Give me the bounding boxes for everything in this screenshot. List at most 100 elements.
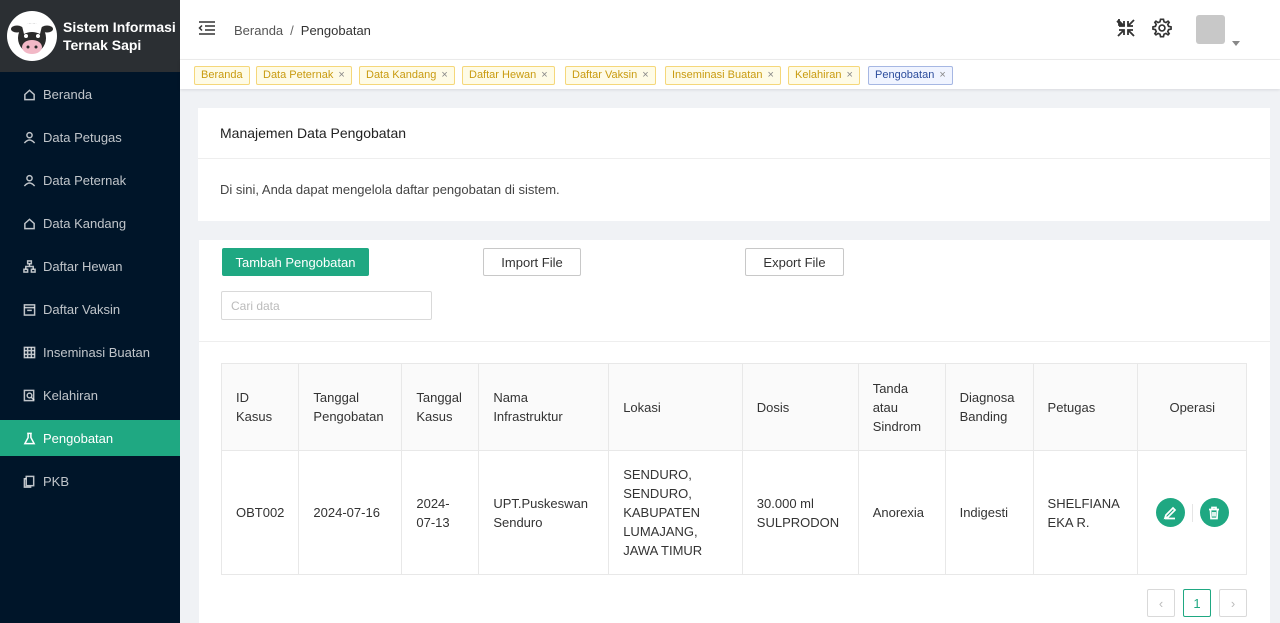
pagination-prev-button[interactable]: ‹ bbox=[1147, 589, 1175, 617]
sidebar-item-data-peternak[interactable]: Data Peternak bbox=[0, 162, 180, 198]
user-icon bbox=[22, 173, 36, 187]
pagination-page-1[interactable]: 1 bbox=[1183, 589, 1211, 617]
operations-divider bbox=[1191, 503, 1193, 522]
tag-pengobatan[interactable]: Pengobatan × bbox=[868, 66, 953, 85]
pagination-next-button[interactable]: › bbox=[1219, 589, 1247, 617]
tag-data-kandang[interactable]: Data Kandang × bbox=[359, 66, 455, 85]
calendar-icon bbox=[22, 302, 36, 316]
tag-close-icon[interactable]: × bbox=[939, 69, 945, 81]
brand[interactable]: Sistem Informasi Ternak Sapi bbox=[0, 0, 180, 72]
fullscreen-icon[interactable] bbox=[1115, 17, 1137, 39]
tag-label: Data Kandang bbox=[366, 69, 437, 81]
table-row: OBT002 2024-07-16 2024-07-13 UPT.Puskeswan … bbox=[220, 450, 1247, 575]
breadcrumb-current: Pengobatan bbox=[300, 23, 371, 38]
sidebar-item-data-kandang[interactable]: Data Kandang bbox=[0, 205, 180, 241]
sidebar-item-label: Kelahiran bbox=[43, 387, 98, 403]
tag-daftar-hewan[interactable]: Daftar Hewan × bbox=[462, 66, 555, 85]
sidebar-item-label: Daftar Vaksin bbox=[43, 301, 121, 317]
toolbar: Tambah Pengobatan Import File Export Fil… bbox=[199, 240, 1270, 342]
sidebar-item-inseminasi-buatan[interactable]: Inseminasi Buatan bbox=[0, 334, 180, 370]
tag-close-icon[interactable]: × bbox=[541, 69, 547, 81]
intro-card: Manajemen Data Pengobatan Di sini, Anda … bbox=[198, 108, 1270, 221]
tag-close-icon[interactable]: × bbox=[768, 69, 774, 81]
column-header: Lokasi bbox=[608, 363, 743, 451]
menu-collapse-icon[interactable] bbox=[198, 19, 216, 37]
column-header: Tanggal Pengobatan bbox=[298, 363, 403, 451]
table-header-row: ID Kasus Tanggal Pengobatan Tanggal Kasus N… bbox=[220, 363, 1247, 451]
add-treatment-button[interactable]: Tambah Pengobatan bbox=[222, 248, 369, 276]
flask-icon bbox=[22, 431, 36, 445]
home-icon bbox=[22, 216, 36, 230]
sidebar-item-beranda[interactable]: Beranda bbox=[0, 76, 180, 112]
tag-label: Daftar Hewan bbox=[469, 69, 537, 81]
copy-icon bbox=[22, 474, 36, 488]
tag-close-icon[interactable]: × bbox=[642, 69, 648, 81]
import-file-button[interactable]: Import File bbox=[483, 248, 581, 276]
tag-label: Daftar Vaksin bbox=[572, 69, 638, 81]
treatment-table: ID Kasus Tanggal Pengobatan Tanggal Kasus N… bbox=[220, 363, 1247, 575]
user-icon bbox=[22, 130, 36, 144]
tag-label: Pengobatan bbox=[875, 69, 935, 81]
sidebar-item-label: Daftar Hewan bbox=[43, 258, 123, 274]
trash-icon bbox=[1209, 506, 1220, 519]
table-cell: 2024-07-13 bbox=[401, 450, 480, 575]
header: Beranda / Pengobatan bbox=[180, 0, 1280, 60]
sidebar-item-label: Inseminasi Buatan bbox=[43, 344, 150, 360]
sidebar-item-daftar-hewan[interactable]: Daftar Hewan bbox=[0, 248, 180, 284]
tags-view-bar: Beranda Data Peternak × Data Kandang × Daftar… bbox=[180, 60, 1280, 89]
delete-button[interactable] bbox=[1199, 498, 1229, 527]
tag-close-icon[interactable]: × bbox=[846, 69, 852, 81]
table-body: OBT002 2024-07-16 2024-07-13 UPT.Puskeswan … bbox=[220, 450, 1247, 575]
pagination: ‹ 1 › bbox=[1147, 589, 1247, 617]
export-file-button[interactable]: Export File bbox=[745, 248, 844, 276]
table-cell: 30.000 ml SULPRODON bbox=[741, 450, 859, 575]
sidebar-menu: Beranda Data Petugas Data Peternak Data Kan… bbox=[0, 76, 180, 499]
user-avatar[interactable] bbox=[1196, 15, 1225, 44]
caret-down-icon[interactable] bbox=[1232, 34, 1240, 46]
sidebar-item-daftar-vaksin[interactable]: Daftar Vaksin bbox=[0, 291, 180, 327]
table-cell: SENDURO, SENDURO, KABUPATEN LUMAJANG, JA… bbox=[608, 450, 743, 575]
column-header: Tanda atau Sindrom bbox=[857, 363, 946, 451]
sidebar-item-label: Beranda bbox=[43, 86, 93, 102]
tag-beranda[interactable]: Beranda bbox=[194, 66, 250, 85]
page-title: Manajemen Data Pengobatan bbox=[198, 108, 1270, 159]
sidebar-item-data-petugas[interactable]: Data Petugas bbox=[0, 119, 180, 155]
sidebar-item-pkb[interactable]: PKB bbox=[0, 463, 180, 499]
page-description: Di sini, Anda dapat mengelola daftar pen… bbox=[220, 182, 560, 197]
settings-gear-icon[interactable] bbox=[1151, 17, 1173, 39]
grid-icon bbox=[22, 345, 36, 359]
column-header: Dosis bbox=[741, 363, 859, 451]
tag-daftar-vaksin[interactable]: Daftar Vaksin × bbox=[565, 66, 656, 85]
column-header: Petugas bbox=[1032, 363, 1139, 451]
operations-cell bbox=[1137, 450, 1247, 575]
tag-close-icon[interactable]: × bbox=[441, 69, 447, 81]
breadcrumb: Beranda / Pengobatan bbox=[234, 23, 371, 38]
sidebar: Sistem Informasi Ternak Sapi Beranda Data… bbox=[0, 0, 180, 623]
data-card: Tambah Pengobatan Import File Export Fil… bbox=[199, 240, 1270, 623]
table-cell: Anorexia bbox=[857, 450, 946, 575]
column-header: Tanggal Kasus bbox=[401, 363, 480, 451]
tag-inseminasi-buatan[interactable]: Inseminasi Buatan × bbox=[665, 66, 781, 85]
column-header: Diagnosa Banding bbox=[944, 363, 1034, 451]
tag-data-peternak[interactable]: Data Peternak × bbox=[256, 66, 352, 85]
pencil-icon bbox=[1163, 506, 1177, 519]
sidebar-item-kelahiran[interactable]: Kelahiran bbox=[0, 377, 180, 413]
app-title: Sistem Informasi Ternak Sapi bbox=[63, 18, 176, 54]
sidebar-item-label: Data Kandang bbox=[43, 215, 127, 231]
sidebar-item-label: PKB bbox=[43, 473, 70, 489]
cow-logo-icon bbox=[7, 11, 57, 61]
tag-kelahiran[interactable]: Kelahiran × bbox=[788, 66, 860, 85]
sidebar-item-label: Pengobatan bbox=[43, 430, 114, 446]
search-input[interactable] bbox=[221, 291, 432, 320]
app-title-line2: Ternak Sapi bbox=[63, 37, 142, 53]
breadcrumb-separator: / bbox=[290, 23, 294, 38]
table-cell: SHELFIANA EKA R. bbox=[1032, 450, 1139, 575]
tag-label: Data Peternak bbox=[263, 69, 334, 81]
table-cell: OBT002 bbox=[220, 450, 300, 575]
sidebar-item-pengobatan[interactable]: Pengobatan bbox=[0, 420, 180, 456]
breadcrumb-home[interactable]: Beranda bbox=[234, 23, 283, 38]
edit-button[interactable] bbox=[1155, 498, 1185, 527]
tag-close-icon[interactable]: × bbox=[338, 69, 344, 81]
search-doc-icon bbox=[22, 388, 36, 402]
column-header: Operasi bbox=[1137, 363, 1247, 451]
